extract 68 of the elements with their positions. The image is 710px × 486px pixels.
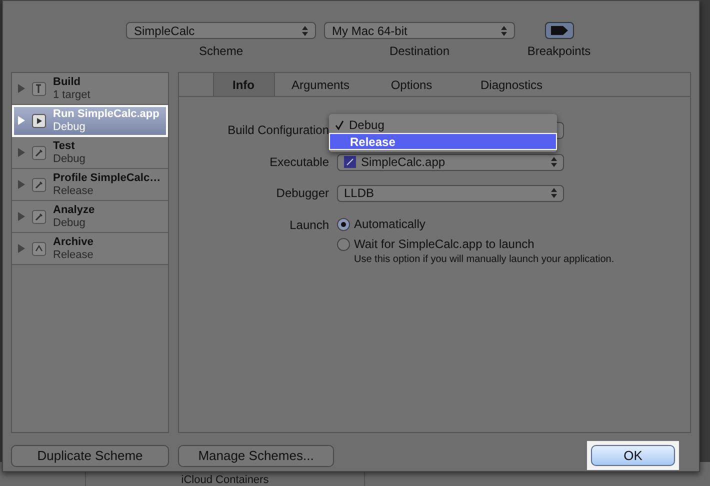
action-icon [31, 112, 47, 128]
action-subtitle: Release [53, 184, 94, 198]
popup-value: My Mac 64-bit [332, 22, 408, 40]
scheme-action-row[interactable]: Archive Release [12, 233, 168, 265]
tab[interactable]: Info [212, 73, 274, 96]
radio-label: Wait for SimpleCalc.app to launch [354, 236, 534, 253]
scheme-action-row[interactable]: Test Debug [12, 137, 168, 169]
disclosure-triangle-icon[interactable] [18, 148, 25, 157]
action-subtitle: Release [53, 248, 94, 262]
popup-value: SimpleCalc.app [361, 154, 446, 171]
action-title: Build [53, 76, 82, 88]
scheme-action-row[interactable]: Analyze Debug [12, 201, 168, 233]
action-title: Profile SimpleCalc… [53, 172, 161, 184]
menu-item[interactable]: Release [329, 133, 557, 150]
scheme-action-row[interactable]: Run SimpleCalc.app Debug [12, 105, 168, 137]
ok-button[interactable]: OK [591, 445, 675, 466]
popup-button[interactable]: LLDB [337, 184, 564, 202]
destination-label: Destination [389, 43, 450, 60]
tab[interactable]: Diagnostics [456, 73, 566, 96]
scheme-label: Scheme [198, 43, 244, 60]
stepper-icon [551, 157, 557, 167]
scheme-popup[interactable]: SimpleCalc [126, 22, 316, 39]
disclosure-triangle-icon[interactable] [18, 180, 25, 189]
disclosure-triangle-icon[interactable] [18, 212, 25, 221]
tab[interactable]: Options [366, 73, 456, 96]
field-label: Debugger [275, 185, 330, 202]
menu-item[interactable]: Debug [329, 116, 557, 133]
breakpoints-label: Breakpoints [527, 43, 591, 60]
field-label: Executable [268, 154, 330, 171]
disclosure-triangle-icon[interactable] [18, 116, 25, 125]
popup-button[interactable]: SimpleCalc.app [337, 154, 564, 170]
action-subtitle: 1 target [53, 88, 90, 102]
action-icon [31, 144, 47, 160]
disclosure-triangle-icon[interactable] [18, 244, 25, 253]
action-title: Archive [53, 236, 94, 248]
popup-value: SimpleCalc [134, 22, 195, 40]
radio-button[interactable] [337, 238, 350, 250]
stepper-icon [501, 26, 507, 36]
option-note: Use this option if you will manually launch your application. [354, 253, 614, 267]
scheme-action-row[interactable]: Build 1 target [12, 73, 168, 105]
stepper-icon [302, 26, 308, 36]
background-label: iCloud Containers [181, 474, 269, 486]
action-icon [31, 176, 47, 192]
action-icon [31, 208, 47, 224]
action-subtitle: Debug [53, 120, 86, 134]
manage-schemes-button[interactable]: Manage Schemes... [178, 444, 334, 466]
radio-button[interactable] [337, 218, 350, 230]
duplicate-scheme-button[interactable]: Duplicate Scheme [11, 444, 169, 466]
stepper-icon [551, 188, 557, 198]
scheme-action-row[interactable]: Profile SimpleCalc… Release [12, 169, 168, 201]
tab[interactable]: Arguments [274, 73, 366, 96]
action-icon [31, 80, 47, 96]
field-label: Launch [288, 217, 330, 234]
action-subtitle: Debug [53, 152, 86, 166]
app-icon [344, 156, 356, 168]
disclosure-triangle-icon[interactable] [18, 84, 25, 93]
breakpoints-button[interactable] [544, 22, 574, 39]
action-title: Run SimpleCalc.app [53, 108, 160, 120]
field-label: Build Configuration [226, 122, 330, 139]
popup-value: LLDB [344, 185, 374, 202]
destination-popup[interactable]: My Mac 64-bit [324, 22, 515, 39]
action-subtitle: Debug [53, 216, 86, 230]
action-title: Test [53, 140, 76, 152]
action-title: Analyze [53, 204, 95, 216]
breakpoint-icon [550, 26, 568, 35]
action-icon [31, 240, 47, 256]
checkmark-icon [334, 120, 344, 130]
radio-label: Automatically [354, 216, 426, 233]
